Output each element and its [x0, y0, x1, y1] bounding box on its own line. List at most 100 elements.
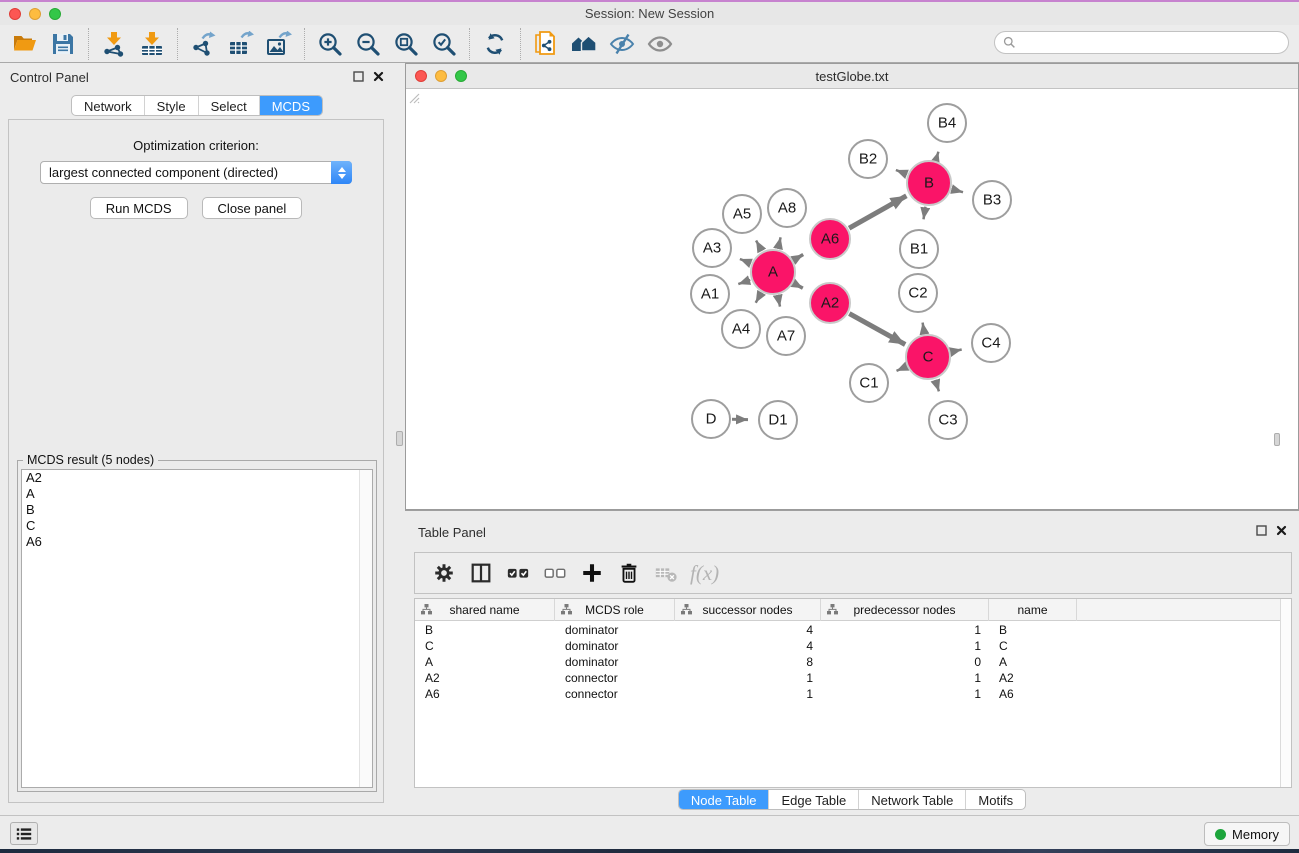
zoom-in-button[interactable] [311, 28, 349, 60]
node-C[interactable]: C [906, 335, 950, 379]
save-session-button[interactable] [44, 28, 82, 60]
node-C3[interactable]: C3 [929, 401, 967, 439]
table-scrollbar[interactable] [1280, 599, 1291, 787]
edge-B-B3[interactable] [952, 189, 963, 192]
edge-C-C4[interactable] [951, 350, 961, 352]
deselect-all-checkboxes-button[interactable] [536, 556, 573, 590]
column-header-name[interactable]: name [989, 599, 1077, 621]
node-A1[interactable]: A1 [691, 275, 729, 313]
memory-button[interactable]: Memory [1204, 822, 1290, 846]
mcds-result-item[interactable]: A6 [22, 534, 372, 550]
result-list-scrollbar[interactable] [359, 470, 372, 787]
float-panel-icon[interactable] [1256, 525, 1267, 536]
edge-B-B2[interactable] [896, 170, 907, 174]
node-B1[interactable]: B1 [900, 230, 938, 268]
edge-A-A7[interactable] [778, 296, 780, 307]
open-session-button[interactable] [6, 28, 44, 60]
table-row-B[interactable]: Bdominator41B [415, 622, 1280, 638]
node-A7[interactable]: A7 [767, 317, 805, 355]
close-panel-icon[interactable] [373, 71, 384, 82]
edge-A6-B[interactable] [849, 196, 906, 228]
mcds-result-item[interactable]: A2 [22, 470, 372, 486]
zoom-out-button[interactable] [349, 28, 387, 60]
apply-layout-button[interactable] [476, 28, 514, 60]
network-graph[interactable]: AA1A2A3A4A5A6A7A8BB1B2B3B4CC1C2C3C4DD1 [406, 90, 1298, 509]
column-header-successor-nodes[interactable]: successor nodes [675, 599, 821, 621]
column-header-shared-name[interactable]: shared name [415, 599, 555, 621]
show-all-button[interactable] [565, 28, 603, 60]
criterion-dropdown[interactable]: largest connected component (directed) [40, 161, 352, 184]
resize-grip-icon[interactable] [406, 90, 420, 104]
tab-select[interactable]: Select [198, 96, 259, 115]
table-row-A2[interactable]: A2connector11A2 [415, 670, 1280, 686]
node-C2[interactable]: C2 [899, 274, 937, 312]
node-A8[interactable]: A8 [768, 189, 806, 227]
node-B2[interactable]: B2 [849, 140, 887, 178]
edge-C-C3[interactable] [935, 380, 939, 392]
node-D1[interactable]: D1 [759, 401, 797, 439]
edge-A-A4[interactable] [756, 293, 762, 303]
edge-B-B1[interactable] [924, 207, 926, 220]
add-column-button[interactable] [573, 556, 610, 590]
window-edge-handle[interactable] [1274, 433, 1280, 446]
table-settings-gear-button[interactable] [425, 556, 462, 590]
edge-C-C1[interactable] [897, 367, 907, 371]
mcds-result-list[interactable]: A2ABCA6 [21, 469, 373, 788]
zoom-selected-button[interactable] [425, 28, 463, 60]
edge-A-A8[interactable] [778, 237, 781, 248]
node-table[interactable]: shared nameMCDS rolesuccessor nodesprede… [414, 598, 1292, 788]
edge-A-A2[interactable] [794, 284, 803, 289]
node-A2[interactable]: A2 [810, 283, 850, 323]
mcds-result-item[interactable]: A [22, 486, 372, 502]
edge-A-A3[interactable] [740, 259, 751, 263]
select-all-checkboxes-button[interactable] [499, 556, 536, 590]
edge-C-C2[interactable] [923, 323, 925, 334]
vertical-split-handle[interactable] [396, 431, 403, 446]
mcds-result-item[interactable]: C [22, 518, 372, 534]
close-panel-icon[interactable] [1276, 525, 1287, 536]
tab-style[interactable]: Style [144, 96, 198, 115]
node-C1[interactable]: C1 [850, 364, 888, 402]
node-A4[interactable]: A4 [722, 310, 760, 348]
edge-B-B4[interactable] [936, 152, 939, 160]
tab-network-table[interactable]: Network Table [858, 790, 965, 809]
delete-column-button[interactable] [610, 556, 647, 590]
node-A5[interactable]: A5 [723, 195, 761, 233]
zoom-fit-button[interactable] [387, 28, 425, 60]
export-table-button[interactable] [222, 28, 260, 60]
edge-A2-C[interactable] [849, 314, 905, 345]
node-A3[interactable]: A3 [693, 229, 731, 267]
node-B[interactable]: B [907, 161, 951, 205]
export-image-button[interactable] [260, 28, 298, 60]
tab-mcds[interactable]: MCDS [259, 96, 322, 115]
table-row-C[interactable]: Cdominator41C [415, 638, 1280, 654]
tab-node-table[interactable]: Node Table [679, 790, 769, 809]
show-hidden-button[interactable] [641, 28, 679, 60]
table-row-A[interactable]: Adominator80A [415, 654, 1280, 670]
tab-motifs[interactable]: Motifs [965, 790, 1025, 809]
hide-selected-button[interactable] [603, 28, 641, 60]
node-A[interactable]: A [751, 250, 795, 294]
import-table-button[interactable] [133, 28, 171, 60]
node-D[interactable]: D [692, 400, 730, 438]
column-header-MCDS-role[interactable]: MCDS role [555, 599, 675, 621]
import-network-button[interactable] [95, 28, 133, 60]
node-C4[interactable]: C4 [972, 324, 1010, 362]
task-history-button[interactable] [10, 822, 38, 845]
node-A6[interactable]: A6 [810, 219, 850, 259]
tab-network[interactable]: Network [72, 96, 144, 115]
close-panel-button[interactable]: Close panel [202, 197, 303, 219]
column-view-button[interactable] [462, 556, 499, 590]
run-mcds-button[interactable]: Run MCDS [90, 197, 188, 219]
edge-A-A6[interactable] [794, 255, 803, 261]
tab-edge-table[interactable]: Edge Table [768, 790, 858, 809]
float-panel-icon[interactable] [353, 71, 364, 82]
column-header-predecessor-nodes[interactable]: predecessor nodes [821, 599, 989, 621]
search-input[interactable] [1016, 32, 1288, 53]
table-row-A6[interactable]: A6connector11A6 [415, 686, 1280, 702]
network-canvas[interactable]: AA1A2A3A4A5A6A7A8BB1B2B3B4CC1C2C3C4DD1 [406, 90, 1298, 509]
edge-A-A5[interactable] [756, 241, 762, 251]
edge-A-A1[interactable] [738, 280, 750, 284]
mcds-result-item[interactable]: B [22, 502, 372, 518]
node-B3[interactable]: B3 [973, 181, 1011, 219]
